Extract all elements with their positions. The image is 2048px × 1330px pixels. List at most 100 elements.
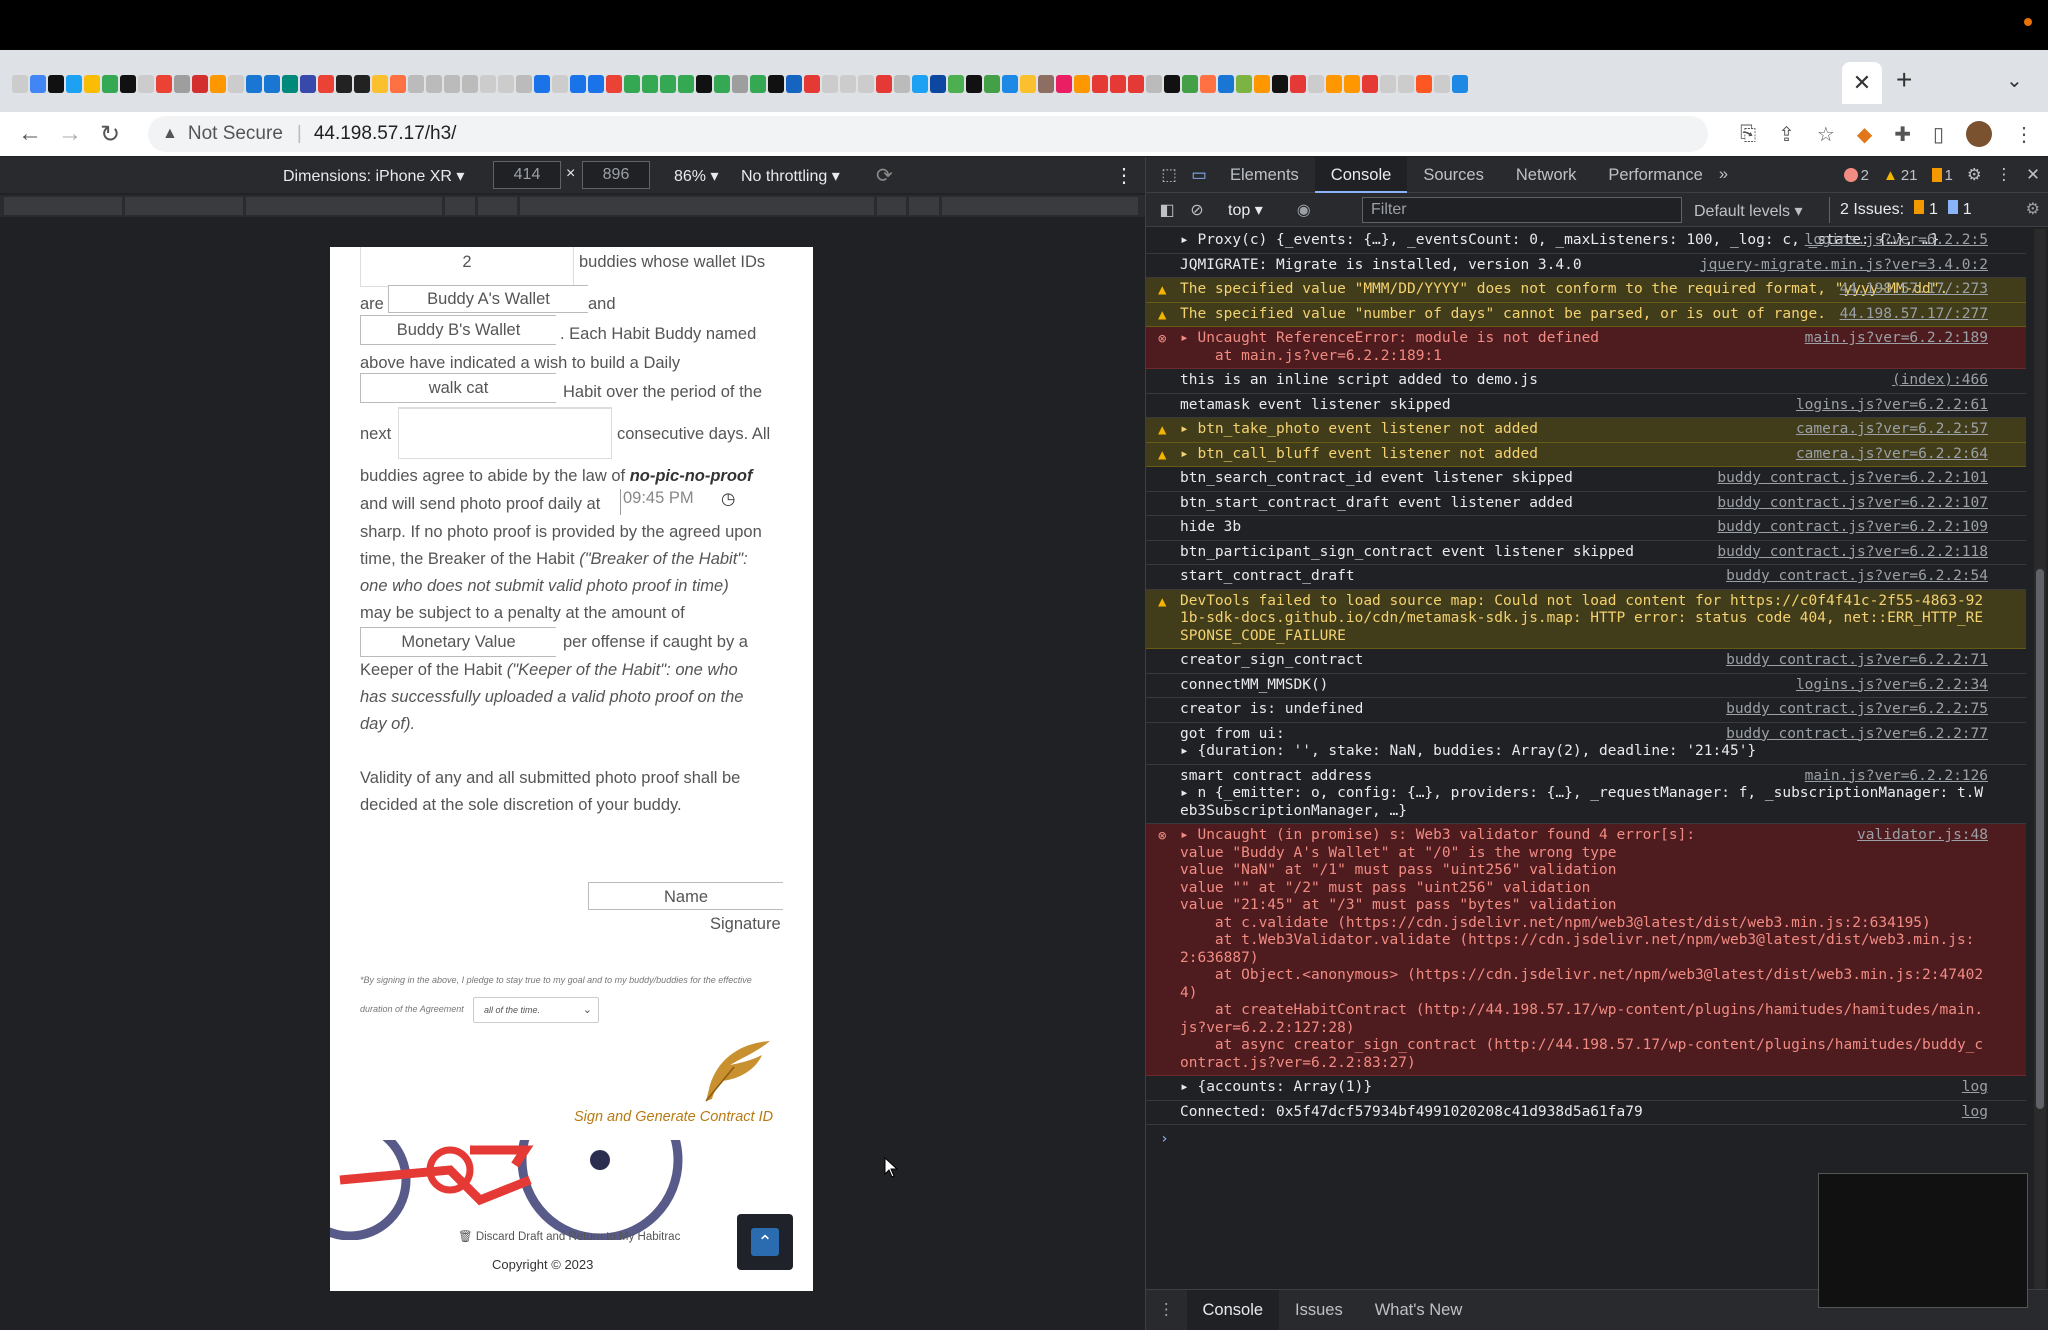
console-filter-input[interactable]: Filter <box>1362 197 1682 223</box>
tab-favicon-icon[interactable] <box>1164 75 1180 93</box>
tab-network[interactable]: Network <box>1500 157 1593 193</box>
tab-favicon-icon[interactable] <box>912 75 928 93</box>
tab-favicon-icon[interactable] <box>948 75 964 93</box>
tab-favicon-icon[interactable] <box>372 75 388 93</box>
tab-favicon-icon[interactable] <box>1434 75 1450 93</box>
tab-favicon-icon[interactable] <box>588 75 604 93</box>
back-button[interactable]: ← <box>10 120 50 148</box>
tab-favicon-icon[interactable] <box>192 75 208 93</box>
console-source-link[interactable]: buddy contract.js?ver=6.2.2:118 <box>1717 544 1988 562</box>
tab-favicon-icon[interactable] <box>66 75 82 93</box>
tab-favicon-icon[interactable] <box>894 75 910 93</box>
tab-favicon-icon[interactable] <box>12 75 28 93</box>
console-message[interactable]: smart contract address ▸ n {_emitter: o,… <box>1146 765 2026 824</box>
console-source-link[interactable]: camera.js?ver=6.2.2:64 <box>1796 446 1988 464</box>
tab-favicon-icon[interactable] <box>750 75 766 93</box>
tab-favicon-icon[interactable] <box>606 75 622 93</box>
media-query-ruler[interactable] <box>0 195 1145 217</box>
tab-favicon-icon[interactable] <box>462 75 478 93</box>
tab-favicon-icon[interactable] <box>840 75 856 93</box>
console-source-link[interactable]: buddy contract.js?ver=6.2.2:71 <box>1726 652 1988 670</box>
tab-favicon-icon[interactable] <box>300 75 316 93</box>
console-source-link[interactable]: jquery-migrate.min.js?ver=3.4.0:2 <box>1700 257 1988 275</box>
console-message[interactable]: connectMM_MMSDK() logins.js?ver=6.2.2:34 <box>1146 674 2026 698</box>
console-message[interactable]: JQMIGRATE: Migrate is installed, version… <box>1146 254 2026 278</box>
console-source-link[interactable]: logins.js?ver=6.2.2:34 <box>1796 677 1988 695</box>
console-message[interactable]: ⊗ ▸ Uncaught ReferenceError: module is no… <box>1146 327 2026 369</box>
active-tab-close-button[interactable]: ✕ <box>1842 62 1882 104</box>
console-source-link[interactable]: logins.js?ver=6.2.2:5 <box>1805 232 1988 250</box>
tab-favicon-icon[interactable] <box>1254 75 1270 93</box>
tab-favicon-icon[interactable] <box>1056 75 1072 93</box>
tab-favicon-icon[interactable] <box>1002 75 1018 93</box>
tab-search-chevron-icon[interactable]: ⌄ <box>2006 68 2023 93</box>
drawer-menu-icon[interactable]: ⋮ <box>1146 1300 1187 1320</box>
tab-favicon-icon[interactable] <box>228 75 244 93</box>
reload-button[interactable]: ↻ <box>90 120 130 149</box>
tab-favicon-icon[interactable] <box>858 75 874 93</box>
log-levels-select[interactable]: Default levels ▾ <box>1694 201 1803 221</box>
tab-favicon-icon[interactable] <box>390 75 406 93</box>
buddy-count-field[interactable]: 2 <box>360 247 574 287</box>
clear-console-icon[interactable]: ⊘ <box>1182 200 1212 220</box>
console-message[interactable]: ▲ The specified value "MMM/DD/YYYY" does … <box>1146 278 2026 303</box>
tab-favicon-icon[interactable] <box>1236 75 1252 93</box>
console-prompt-input[interactable]: › <box>1146 1125 2026 1153</box>
address-bar[interactable]: ▲ Not Secure | 44.198.57.17/h3/ <box>148 116 1708 152</box>
tab-favicon-icon[interactable] <box>696 75 712 93</box>
tab-favicon-icon[interactable] <box>678 75 694 93</box>
console-message[interactable]: got from ui: ▸ {duration: '', stake: NaN… <box>1146 723 2026 765</box>
console-source-link[interactable]: buddy contract.js?ver=6.2.2:101 <box>1717 470 1988 488</box>
tab-favicon-icon[interactable] <box>264 75 280 93</box>
url-text[interactable]: 44.198.57.17/h3/ <box>314 123 457 145</box>
device-toggle-icon[interactable]: ▭ <box>1184 165 1214 185</box>
tab-favicon-icon[interactable] <box>30 75 46 93</box>
tab-favicon-icon[interactable] <box>534 75 550 93</box>
tab-favicon-icon[interactable] <box>354 75 370 93</box>
tab-favicon-icon[interactable] <box>156 75 172 93</box>
console-message[interactable]: btn_participant_sign_contract event list… <box>1146 541 2026 565</box>
tab-favicon-icon[interactable] <box>624 75 640 93</box>
tab-favicon-icon[interactable] <box>1362 75 1378 93</box>
drawer-tab-issues[interactable]: Issues <box>1279 1290 1359 1330</box>
tab-favicon-icon[interactable] <box>1038 75 1054 93</box>
tab-sources[interactable]: Sources <box>1407 157 1500 193</box>
tab-favicon-icon[interactable] <box>1074 75 1090 93</box>
inspect-element-icon[interactable]: ⬚ <box>1154 165 1184 185</box>
translate-icon[interactable]: ⎘ <box>1740 123 1756 146</box>
console-source-link[interactable]: logins.js?ver=6.2.2:61 <box>1796 397 1988 415</box>
devtools-menu-icon[interactable]: ⋮ <box>1996 165 2013 185</box>
console-message[interactable]: hide 3b buddy contract.js?ver=6.2.2:109 <box>1146 516 2026 541</box>
console-message[interactable]: creator is: undefined buddy contract.js?v… <box>1146 698 2026 723</box>
console-source-link[interactable]: buddy contract.js?ver=6.2.2:54 <box>1726 568 1988 586</box>
throttling-select[interactable]: No throttling ▾ <box>741 166 840 186</box>
tab-favicon-icon[interactable] <box>660 75 676 93</box>
tab-favicon-icon[interactable] <box>1146 75 1162 93</box>
tab-favicon-icon[interactable] <box>642 75 658 93</box>
scroll-to-top-button[interactable]: ⌃ <box>737 1214 793 1270</box>
tab-favicon-icon[interactable] <box>876 75 892 93</box>
tab-favicon-icon[interactable] <box>1326 75 1342 93</box>
tab-favicon-icon[interactable] <box>1452 75 1468 93</box>
issues-button[interactable]: 2 Issues: 1 1 <box>1829 197 1972 223</box>
habit-name-input[interactable]: walk cat <box>360 373 556 403</box>
device-height-input[interactable]: 896 <box>582 161 650 189</box>
console-scrollbar[interactable] <box>2034 229 2046 1289</box>
drawer-tab-console[interactable]: Console <box>1186 1290 1280 1330</box>
extensions-puzzle-icon[interactable]: ✚ <box>1894 122 1911 147</box>
sidebar-toggle-icon[interactable]: ◧ <box>1152 200 1182 220</box>
tab-favicon-icon[interactable] <box>1110 75 1126 93</box>
tab-favicon-icon[interactable] <box>120 75 136 93</box>
tab-favicon-icon[interactable] <box>822 75 838 93</box>
console-source-link[interactable]: validator.js:48 <box>1857 827 1988 845</box>
tab-favicon-icon[interactable] <box>1380 75 1396 93</box>
console-source-link[interactable]: buddy contract.js?ver=6.2.2:75 <box>1726 701 1988 719</box>
tab-favicon-icon[interactable] <box>1398 75 1414 93</box>
error-count-badge[interactable]: 2 <box>1843 167 1869 184</box>
tab-favicon-icon[interactable] <box>498 75 514 93</box>
console-source-link[interactable]: camera.js?ver=6.2.2:57 <box>1796 421 1988 439</box>
tab-favicon-icon[interactable] <box>1308 75 1324 93</box>
side-panel-icon[interactable]: ▯ <box>1933 122 1944 147</box>
tab-performance[interactable]: Performance <box>1592 157 1718 193</box>
console-source-link[interactable]: main.js?ver=6.2.2:126 <box>1805 768 1988 786</box>
